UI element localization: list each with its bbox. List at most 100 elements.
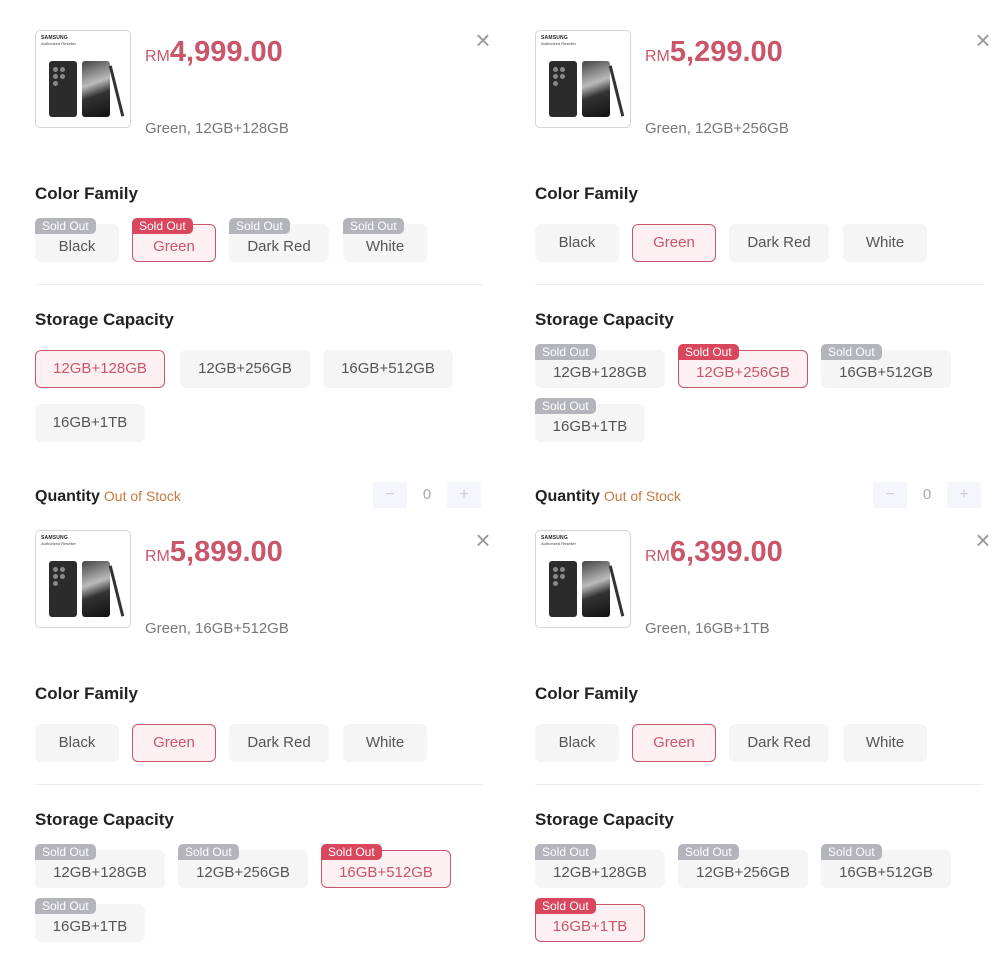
close-icon[interactable]: ×: [971, 27, 995, 53]
color-option-white[interactable]: White: [843, 224, 927, 262]
color-option-dark-red[interactable]: Dark Red: [729, 724, 829, 762]
storage-option-16gb-512gb[interactable]: Sold Out 16GB+512GB: [821, 844, 951, 888]
s-pen-image: [108, 65, 125, 117]
phone-front-image: [582, 61, 610, 117]
color-option-dark-red[interactable]: Dark Red: [229, 724, 329, 762]
product-thumbnail: SAMSUNG Authorized Reseller: [535, 30, 631, 128]
sold-out-badge: Sold Out: [35, 218, 96, 234]
s-pen-image: [108, 565, 125, 617]
currency: RM: [645, 548, 670, 565]
storage-option-12gb-256gb[interactable]: Sold Out 12GB+256GB: [678, 344, 808, 388]
close-icon[interactable]: ×: [471, 27, 495, 53]
price-amount: 6,399.00: [669, 536, 783, 568]
reseller-text: Authorized Reseller: [541, 541, 576, 546]
color-option-green[interactable]: Green: [632, 224, 716, 262]
product-option-panel: SAMSUNG Authorized Reseller RM4,999.00 G…: [35, 27, 495, 508]
color-option-white[interactable]: Sold Out White: [343, 218, 427, 262]
color-option-black[interactable]: Black: [535, 224, 619, 262]
sold-out-badge: Sold Out: [678, 844, 739, 860]
phone-back-image: [549, 61, 577, 117]
storage-option-16gb-1tb[interactable]: Sold Out 16GB+1TB: [35, 898, 145, 942]
price: RM6,399.00: [645, 532, 783, 577]
sold-out-badge: Sold Out: [343, 218, 404, 234]
increment-button[interactable]: +: [947, 482, 981, 508]
divider: [535, 284, 983, 285]
product-thumbnail: SAMSUNG Authorized Reseller: [35, 30, 131, 128]
selected-variant: Green, 16GB+512GB: [145, 620, 289, 637]
phone-back-image: [49, 561, 77, 617]
storage-capacity-title: Storage Capacity: [35, 310, 174, 329]
price-amount: 5,299.00: [669, 36, 783, 68]
sold-out-badge: Sold Out: [535, 398, 596, 414]
sold-out-badge: Sold Out: [321, 844, 382, 860]
reseller-text: Authorized Reseller: [541, 41, 576, 46]
currency: RM: [145, 548, 170, 565]
storage-option-12gb-128gb[interactable]: 12GB+128GB: [35, 350, 165, 388]
close-icon[interactable]: ×: [971, 527, 995, 553]
color-family-title: Color Family: [535, 184, 638, 203]
divider: [35, 284, 483, 285]
quantity-label: Quantity Out of Stock: [535, 488, 681, 505]
sold-out-badge: Sold Out: [821, 844, 882, 860]
product-option-panel: SAMSUNG Authorized Reseller RM6,399.00 G…: [535, 527, 995, 961]
s-pen-image: [608, 65, 625, 117]
storage-option-16gb-512gb[interactable]: Sold Out 16GB+512GB: [821, 344, 951, 388]
color-option-dark-red[interactable]: Dark Red: [729, 224, 829, 262]
sold-out-badge: Sold Out: [535, 844, 596, 860]
price-amount: 4,999.00: [169, 36, 283, 68]
price: RM5,899.00: [145, 532, 283, 577]
storage-option-12gb-256gb[interactable]: 12GB+256GB: [180, 350, 310, 388]
color-option-white[interactable]: White: [843, 724, 927, 762]
out-of-stock-text: Out of Stock: [603, 488, 681, 504]
storage-option-16gb-1tb[interactable]: Sold Out 16GB+1TB: [535, 398, 645, 442]
storage-option-12gb-128gb[interactable]: Sold Out 12GB+128GB: [35, 844, 165, 888]
currency: RM: [645, 48, 670, 65]
price: RM5,299.00: [645, 32, 783, 77]
sold-out-badge: Sold Out: [35, 844, 96, 860]
color-option-black[interactable]: Black: [35, 724, 119, 762]
color-option-white[interactable]: White: [343, 724, 427, 762]
sold-out-badge: Sold Out: [535, 898, 596, 914]
product-thumbnail: SAMSUNG Authorized Reseller: [35, 530, 131, 628]
close-icon[interactable]: ×: [471, 527, 495, 553]
sold-out-badge: Sold Out: [132, 218, 193, 234]
storage-capacity-title: Storage Capacity: [535, 310, 674, 329]
color-family-title: Color Family: [535, 684, 638, 703]
color-option-green[interactable]: Green: [632, 724, 716, 762]
color-option-green[interactable]: Sold Out Green: [132, 218, 216, 262]
product-thumbnail: SAMSUNG Authorized Reseller: [535, 530, 631, 628]
storage-capacity-title: Storage Capacity: [535, 810, 674, 829]
increment-button[interactable]: +: [447, 482, 481, 508]
storage-option-12gb-256gb[interactable]: Sold Out 12GB+256GB: [678, 844, 808, 888]
product-option-panel: SAMSUNG Authorized Reseller RM5,299.00 G…: [535, 27, 995, 508]
price-amount: 5,899.00: [169, 536, 283, 568]
currency: RM: [145, 48, 170, 65]
storage-option-16gb-512gb[interactable]: Sold Out 16GB+512GB: [321, 844, 451, 888]
storage-option-16gb-512gb[interactable]: 16GB+512GB: [323, 350, 453, 388]
phone-front-image: [582, 561, 610, 617]
storage-option-12gb-256gb[interactable]: Sold Out 12GB+256GB: [178, 844, 308, 888]
sold-out-badge: Sold Out: [178, 844, 239, 860]
storage-capacity-title: Storage Capacity: [35, 810, 174, 829]
color-option-black[interactable]: Black: [535, 724, 619, 762]
selected-variant: Green, 12GB+256GB: [645, 120, 789, 137]
quantity-value: 0: [922, 486, 932, 503]
decrement-button[interactable]: −: [873, 482, 907, 508]
color-option-dark-red[interactable]: Sold Out Dark Red: [229, 218, 329, 262]
divider: [35, 784, 483, 785]
storage-option-12gb-128gb[interactable]: Sold Out 12GB+128GB: [535, 844, 665, 888]
s-pen-image: [608, 565, 625, 617]
phone-back-image: [549, 561, 577, 617]
storage-option-12gb-128gb[interactable]: Sold Out 12GB+128GB: [535, 344, 665, 388]
sold-out-badge: Sold Out: [535, 344, 596, 360]
reseller-text: Authorized Reseller: [41, 541, 76, 546]
storage-option-16gb-1tb[interactable]: 16GB+1TB: [35, 404, 145, 442]
color-option-black[interactable]: Sold Out Black: [35, 218, 119, 262]
storage-option-16gb-1tb[interactable]: Sold Out 16GB+1TB: [535, 898, 645, 942]
selected-variant: Green, 16GB+1TB: [645, 620, 770, 637]
decrement-button[interactable]: −: [373, 482, 407, 508]
product-option-panel: SAMSUNG Authorized Reseller RM5,899.00 G…: [35, 527, 495, 961]
price: RM4,999.00: [145, 32, 283, 77]
color-family-title: Color Family: [35, 184, 138, 203]
color-option-green[interactable]: Green: [132, 724, 216, 762]
